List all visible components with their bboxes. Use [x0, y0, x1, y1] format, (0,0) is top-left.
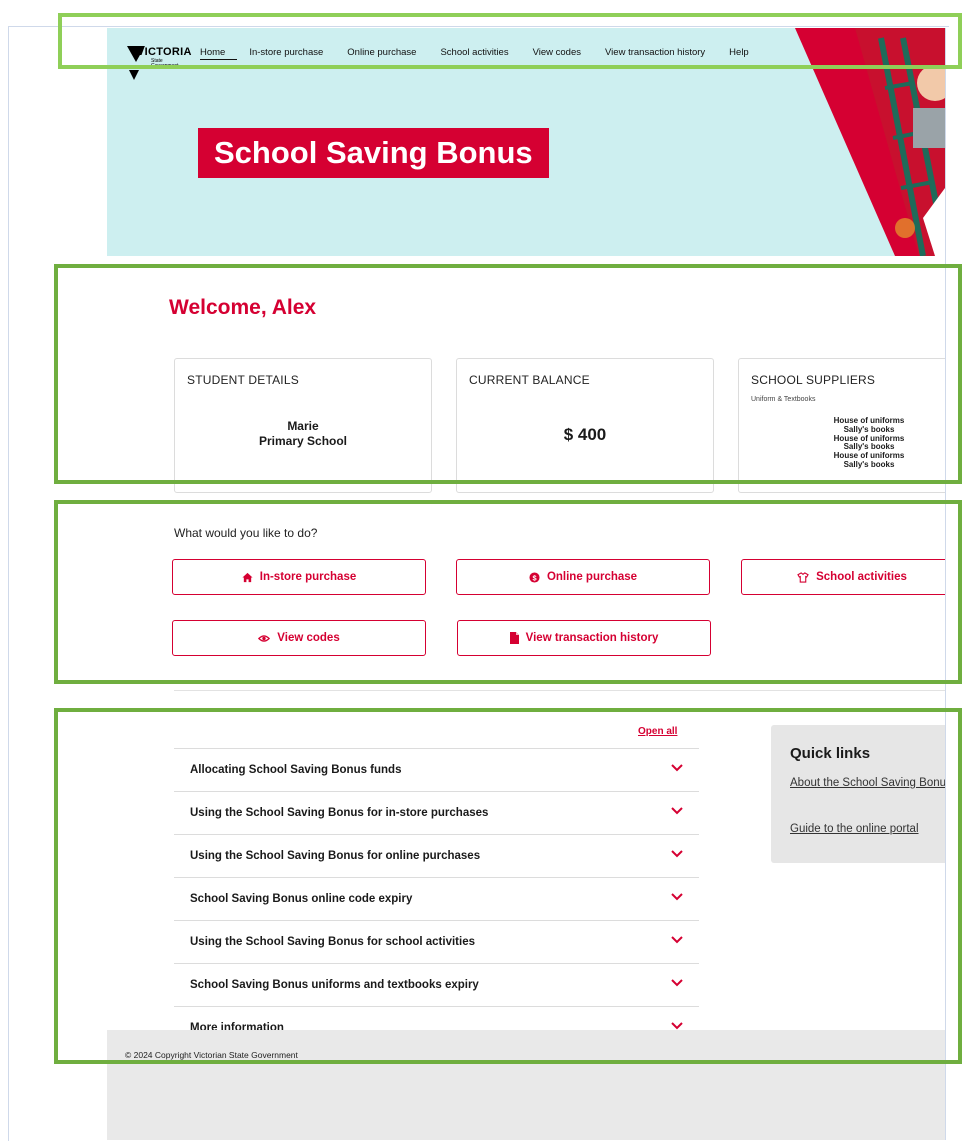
logo-brand: VICTORIA [137, 46, 192, 58]
button-label: Online purchase [546, 571, 638, 583]
victoria-logo[interactable]: VICTORIA State Government [127, 46, 197, 86]
card-header: SCHOOL SUPPLIERS [751, 373, 876, 387]
footer: © 2024 Copyright Victorian State Governm… [107, 1030, 945, 1140]
accordion-item[interactable]: Using the School Saving Bonus for online… [174, 835, 699, 878]
button-label: View transaction history [525, 632, 659, 644]
accordion-item[interactable]: School Saving Bonus uniforms and textboo… [174, 964, 699, 1007]
student-school: Primary School [258, 434, 348, 448]
view-codes-button[interactable]: View codes [172, 620, 426, 656]
accordion-label: Allocating School Saving Bonus funds [190, 764, 402, 776]
quick-links-panel: Quick links About the School Saving Bonu… [771, 725, 945, 863]
button-label: In-store purchase [259, 571, 357, 583]
school-suppliers-card: SCHOOL SUPPLIERS Uniform & Textbooks Hou… [738, 358, 945, 493]
hero-photo-image [795, 28, 945, 256]
nav-help[interactable]: Help [717, 47, 761, 60]
school-activities-button[interactable]: School activities [741, 559, 945, 595]
accordion-label: School Saving Bonus uniforms and textboo… [190, 979, 479, 991]
nav-school-activities[interactable]: School activities [428, 47, 520, 60]
online-purchase-button[interactable]: $ Online purchase [456, 559, 710, 595]
accordion-item[interactable]: Using the School Saving Bonus for school… [174, 921, 699, 964]
quick-link-about[interactable]: About the School Saving Bonus [790, 775, 945, 792]
accordion-label: School Saving Bonus online code expiry [190, 893, 413, 905]
chevron-down-icon [671, 764, 683, 772]
card-header: CURRENT BALANCE [469, 373, 590, 387]
chevron-down-icon [671, 936, 683, 944]
nav-in-store-purchase[interactable]: In-store purchase [237, 47, 335, 60]
file-icon [509, 632, 519, 644]
chevron-down-icon [671, 850, 683, 858]
section-divider [174, 690, 945, 691]
card-header: STUDENT DETAILS [187, 373, 299, 387]
button-label: School activities [816, 571, 907, 583]
hero-title: School Saving Bonus [198, 128, 549, 178]
open-all-link[interactable]: Open all [638, 726, 677, 737]
chevron-down-icon [671, 807, 683, 815]
student-name: Marie [287, 419, 319, 433]
home-icon [242, 572, 253, 582]
action-prompt: What would you like to do? [174, 526, 318, 540]
faq-accordion: Allocating School Saving Bonus funds Usi… [174, 748, 699, 1050]
dollar-circle-icon: $ [529, 571, 540, 583]
accordion-item[interactable]: School Saving Bonus online code expiry [174, 878, 699, 921]
page: VICTORIA State Government Home In-store … [107, 28, 946, 1140]
student-info: Marie Primary School [175, 419, 431, 449]
nav-home[interactable]: Home [200, 47, 238, 60]
chevron-down-icon [671, 893, 683, 901]
supplier-category: Uniform & Textbooks [751, 396, 816, 403]
quick-link-guide[interactable]: Guide to the online portal [790, 821, 945, 838]
main-nav: Home In-store purchase Online purchase S… [200, 47, 761, 60]
copyright-text: © 2024 Copyright Victorian State Governm… [125, 1050, 298, 1060]
welcome-heading: Welcome, Alex [169, 296, 317, 319]
nav-view-codes[interactable]: View codes [521, 47, 593, 60]
accordion-item[interactable]: Using the School Saving Bonus for in-sto… [174, 792, 699, 835]
accordion-item[interactable]: Allocating School Saving Bonus funds [174, 749, 699, 792]
chevron-down-icon [671, 979, 683, 987]
balance-amount: $ 400 [563, 425, 607, 444]
hero-banner: VICTORIA State Government Home In-store … [107, 28, 945, 256]
student-details-card: STUDENT DETAILS Marie Primary School [174, 358, 432, 493]
logo-sub: State Government [151, 58, 179, 69]
chevron-down-icon [671, 1022, 683, 1030]
supplier-list: House of uniforms Sally's books House of… [809, 416, 929, 470]
shirt-icon [797, 571, 809, 583]
view-transaction-history-button[interactable]: View transaction history [457, 620, 711, 656]
eye-icon [258, 634, 271, 642]
accordion-label: Using the School Saving Bonus for online… [190, 850, 481, 862]
accordion-label: Using the School Saving Bonus for in-sto… [190, 807, 489, 819]
supplier-item: Sally's books [843, 459, 895, 469]
accordion-label: Using the School Saving Bonus for school… [190, 936, 475, 948]
in-store-purchase-button[interactable]: In-store purchase [172, 559, 426, 595]
svg-text:$: $ [532, 573, 536, 582]
nav-online-purchase[interactable]: Online purchase [335, 47, 428, 60]
quick-links-title: Quick links [790, 745, 871, 762]
nav-view-transaction-history[interactable]: View transaction history [593, 47, 717, 60]
current-balance-card: CURRENT BALANCE $ 400 [456, 358, 714, 493]
button-label: View codes [277, 632, 340, 644]
